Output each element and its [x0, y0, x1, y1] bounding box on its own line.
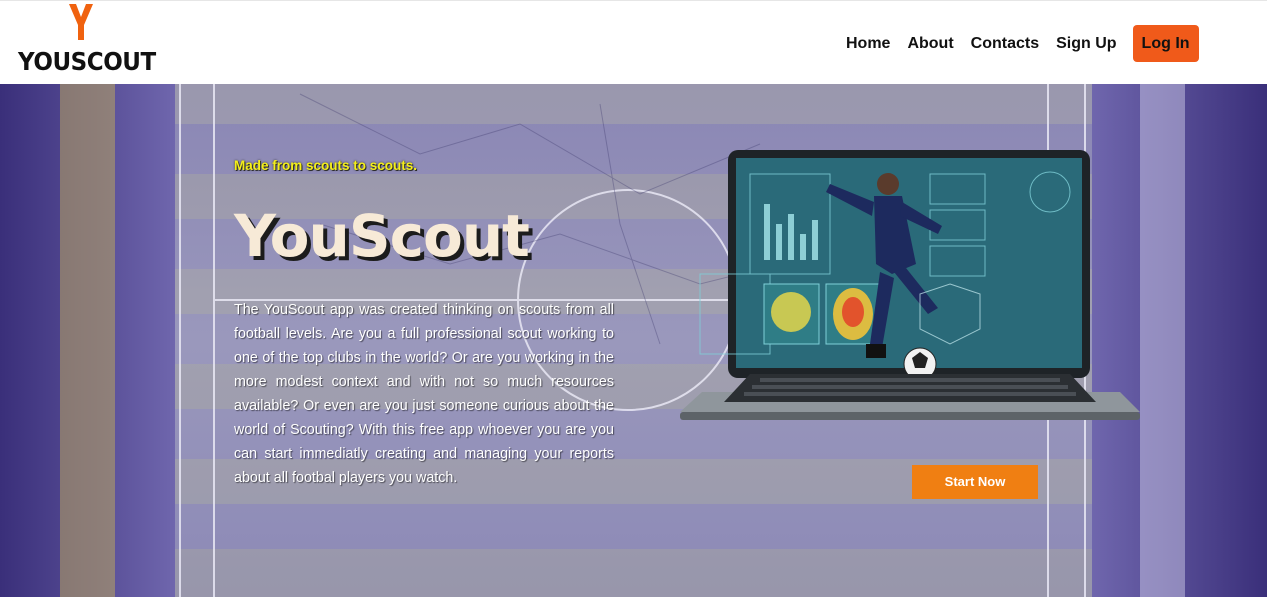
logo[interactable]: YOUSCOUT [18, 3, 156, 81]
nav-signup-link[interactable]: Sign Up [1056, 35, 1116, 53]
nav-about-link[interactable]: About [907, 35, 953, 53]
main-nav: Home About Contacts Sign Up Log In [846, 25, 1199, 62]
laptop-illustration [680, 150, 1140, 420]
nav-home-link[interactable]: Home [846, 35, 890, 53]
nav-contacts-link[interactable]: Contacts [971, 35, 1039, 53]
site-header: YOUSCOUT Home About Contacts Sign Up Log… [0, 0, 1267, 84]
start-now-button[interactable]: Start Now [912, 465, 1038, 499]
hero-title: YouScout [234, 202, 530, 270]
hero-tagline: Made from scouts to scouts. [234, 158, 418, 173]
hero-description: The YouScout app was created thinking on… [234, 302, 614, 486]
logo-y-icon [69, 4, 93, 40]
login-button[interactable]: Log In [1132, 25, 1199, 62]
hero-section: Made from scouts to scouts. YouScout The… [0, 84, 1267, 597]
logo-text: YOUSCOUT [18, 47, 156, 76]
